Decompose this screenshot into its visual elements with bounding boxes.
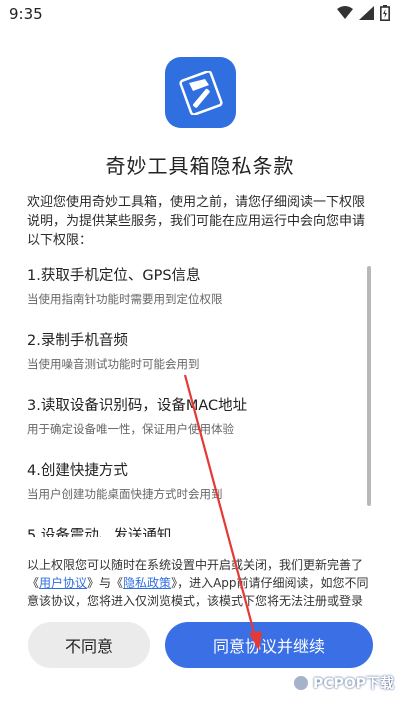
permission-desc: 当使用噪音测试功能时可能会用到 (27, 357, 200, 371)
permission-list[interactable]: 1.获取手机定位、GPS信息 当使用指南针功能时需要用到定位权限 2.录制手机音… (27, 266, 367, 537)
permission-title: 5.设备震动、发送通知 (27, 528, 172, 537)
page-title: 奇妙工具箱隐私条款 (105, 154, 295, 178)
permission-item: 4.创建快捷方式 当用户创建功能桌面快捷方式时会用到 (27, 461, 367, 526)
permission-title: 2.录制手机音频 (27, 333, 128, 349)
footer-text-part2: 》与《 (87, 576, 124, 590)
user-agreement-link[interactable]: 用户协议 (39, 576, 87, 590)
app-logo (165, 57, 236, 128)
permission-desc: 用于确定设备唯一性，保证用户使用体验 (27, 422, 234, 436)
permission-desc: 当用户创建功能桌面快捷方式时会用到 (27, 487, 223, 501)
watermark-text: PCPOP下载 (313, 676, 394, 692)
hammer-tool-icon (178, 70, 223, 115)
agree-continue-button[interactable]: 同意协议并继续 (165, 622, 373, 668)
battery-icon (380, 5, 390, 21)
permission-item: 3.读取设备识别码，设备MAC地址 用于确定设备唯一性，保证用户使用体验 (27, 396, 367, 461)
permission-item: 1.获取手机定位、GPS信息 当使用指南针功能时需要用到定位权限 (27, 266, 367, 331)
wifi-icon (337, 6, 353, 19)
privacy-policy-link[interactable]: 隐私政策 (123, 576, 171, 590)
watermark-logo-icon (292, 674, 311, 692)
scrollbar[interactable] (367, 266, 371, 506)
watermark: PCPOP下载 (292, 673, 394, 693)
status-icons (337, 5, 390, 21)
permission-title: 3.读取设备识别码，设备MAC地址 (27, 398, 248, 414)
status-bar: 9:35 (0, 0, 400, 30)
cellular-icon (359, 6, 374, 20)
intro-text: 欢迎您使用奇妙工具箱，使用之前，请您仔细阅读一下权限说明，为提供某些服务，我们可… (27, 195, 366, 248)
status-time: 9:35 (9, 5, 43, 23)
permission-item: 5.设备震动、发送通知 (27, 526, 367, 537)
permission-desc: 当使用指南针功能时需要用到定位权限 (27, 292, 223, 306)
footer-text: 以上权限您可以随时在系统设置中开启或关闭，我们更新完善了《用户协议》与《隐私政策… (27, 556, 377, 610)
disagree-button[interactable]: 不同意 (28, 622, 150, 668)
permission-title: 4.创建快捷方式 (27, 463, 128, 479)
permission-item: 2.录制手机音频 当使用噪音测试功能时可能会用到 (27, 331, 367, 396)
permission-title: 1.获取手机定位、GPS信息 (27, 268, 201, 284)
